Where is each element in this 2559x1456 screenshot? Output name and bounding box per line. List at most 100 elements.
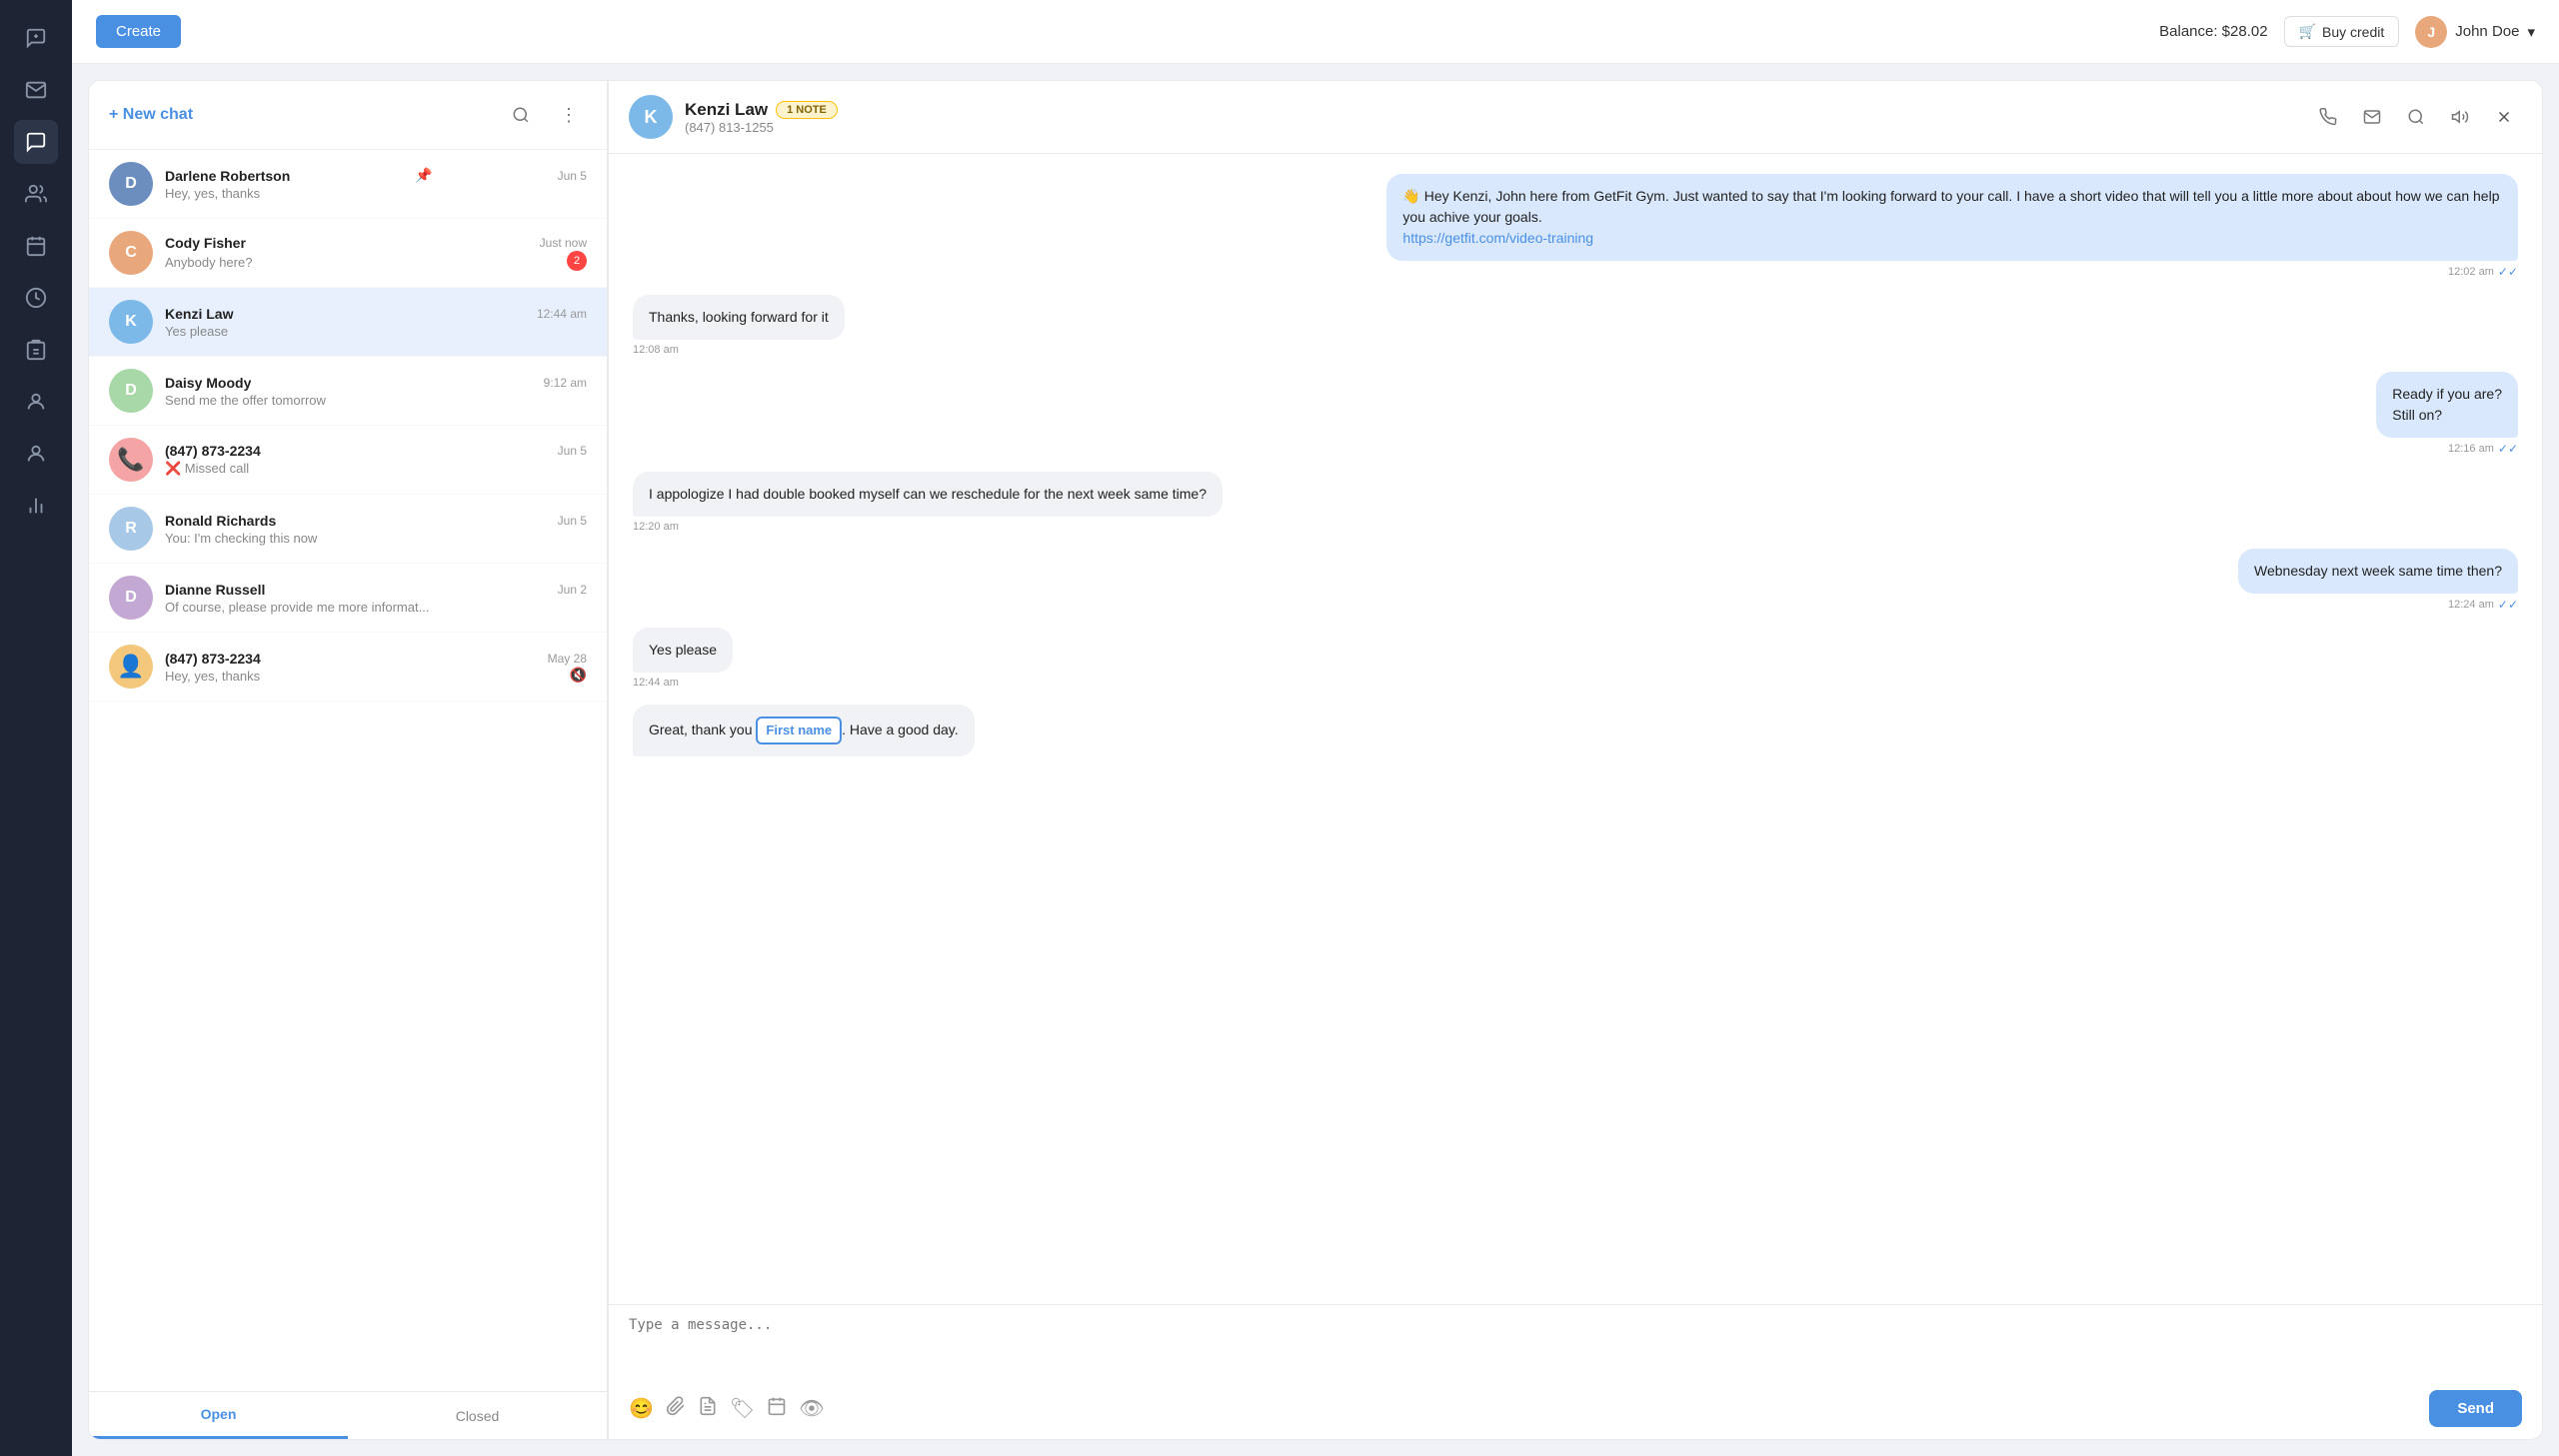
user-menu[interactable]: J John Doe ▾ [2415, 16, 2535, 48]
create-button[interactable]: Create [96, 15, 181, 48]
chat-avatar-darlene: D [109, 162, 153, 206]
chat-preview-cody: Anybody here? [165, 255, 561, 270]
message-bubble-m4: I appologize I had double booked myself … [633, 472, 1223, 517]
buy-credit-button[interactable]: 🛒 Buy credit [2284, 16, 2400, 47]
attachment-icon[interactable] [666, 1396, 686, 1422]
chat-item-phone1[interactable]: 📞(847) 873-2234Jun 5❌ Missed call [89, 426, 607, 495]
chat-time-ronald: Jun 5 [558, 514, 587, 528]
message-link-m1[interactable]: https://getfit.com/video-training [1402, 230, 1593, 246]
message-input[interactable] [629, 1317, 2522, 1377]
chat-item-darlene[interactable]: DDarlene Robertson📌Jun 5Hey, yes, thanks [89, 150, 607, 219]
user-name: John Doe [2455, 23, 2519, 40]
search-icon[interactable] [503, 97, 539, 133]
conv-search-icon[interactable] [2398, 99, 2434, 135]
chat-preview-dianne: Of course, please provide me more inform… [165, 600, 587, 615]
conv-avatar: K [629, 95, 673, 139]
chat-item-kenzi[interactable]: KKenzi Law12:44 amYes please [89, 288, 607, 357]
more-options-icon[interactable]: ⋮ [551, 97, 587, 133]
chat-name-darlene: Darlene Robertson [165, 168, 290, 184]
nav-inbox-icon[interactable] [14, 68, 58, 112]
send-button[interactable]: Send [2429, 1390, 2522, 1427]
chat-item-phone2[interactable]: 👤(847) 873-2234May 28Hey, yes, thanks🔇 [89, 633, 607, 702]
msg-input-area: 😊 🏷 👁 Send [609, 1304, 2542, 1439]
nav-clipboard-icon[interactable] [14, 328, 58, 372]
nav-user-icon[interactable] [14, 432, 58, 476]
chat-name-dianne: Dianne Russell [165, 582, 265, 598]
message-bubble-m7: Great, thank you First name. Have a good… [633, 705, 975, 756]
message-row-m1: 👋 Hey Kenzi, John here from GetFit Gym. … [633, 174, 2518, 279]
nav-chat-icon[interactable] [14, 120, 58, 164]
emoji-icon[interactable]: 😊 [629, 1396, 654, 1421]
pin-icon-darlene: 📌 [415, 167, 432, 184]
volume-icon[interactable] [2442, 99, 2478, 135]
nav-team-icon[interactable] [14, 380, 58, 424]
message-meta-m3: 12:16 am✓✓ [2448, 442, 2518, 456]
chat-name-cody: Cody Fisher [165, 235, 246, 251]
chat-time-kenzi: 12:44 am [537, 307, 587, 321]
note-badge: 1 NOTE [776, 101, 838, 119]
tab-closed[interactable]: Closed [348, 1392, 607, 1439]
chat-time-phone1: Jun 5 [558, 444, 587, 458]
message-time-m1: 12:02 am [2448, 266, 2494, 278]
check-icon-m1: ✓✓ [2498, 265, 2518, 279]
chat-badge-cody: 2 [567, 251, 587, 271]
message-meta-m2: 12:08 am [633, 344, 679, 356]
main-content: Create Balance: $28.02 🛒 Buy credit J Jo… [72, 0, 2559, 1456]
message-meta-m6: 12:44 am [633, 677, 679, 689]
check-icon-m3: ✓✓ [2498, 442, 2518, 456]
chat-preview-kenzi: Yes please [165, 324, 587, 339]
message-meta-m1: 12:02 am ✓✓ [2448, 265, 2518, 279]
chat-item-ronald[interactable]: RRonald RichardsJun 5You: I'm checking t… [89, 495, 607, 564]
tag-icon[interactable]: 🏷 [730, 1396, 755, 1421]
notes-icon[interactable] [698, 1396, 718, 1422]
nav-history-icon[interactable] [14, 276, 58, 320]
conversation-panel: K Kenzi Law 1 NOTE (847) 813-1255 [608, 80, 2543, 1440]
chat-item-cody[interactable]: CCody FisherJust nowAnybody here?2 [89, 219, 607, 288]
chat-time-daisy: 9:12 am [544, 376, 587, 390]
chat-preview-phone2: Hey, yes, thanks [165, 669, 564, 684]
message-row-m2: Thanks, looking forward for it 12:08 am [633, 295, 2518, 356]
conv-header: K Kenzi Law 1 NOTE (847) 813-1255 [609, 81, 2542, 154]
msg-toolbar: 😊 🏷 👁 Send [629, 1390, 2522, 1427]
message-bubble-m1: 👋 Hey Kenzi, John here from GetFit Gym. … [1386, 174, 2518, 261]
chat-avatar-kenzi: K [109, 300, 153, 344]
nav-compose-icon[interactable] [14, 16, 58, 60]
topbar: Create Balance: $28.02 🛒 Buy credit J Jo… [72, 0, 2559, 64]
app-area: + New chat ⋮ D Darlene Robertson 📌 Jun 5 Hey… [72, 64, 2559, 1456]
chat-avatar-ronald: R [109, 507, 153, 551]
balance-display: Balance: $28.02 [2159, 23, 2267, 40]
chat-preview-phone1: ❌ Missed call [165, 461, 587, 477]
chevron-down-icon: ▾ [2527, 23, 2535, 41]
eye-icon[interactable]: 👁 [799, 1396, 824, 1421]
cart-icon: 🛒 [2299, 23, 2316, 40]
mute-icon-phone2: 🔇 [570, 667, 587, 684]
messages-area: 👋 Hey Kenzi, John here from GetFit Gym. … [609, 154, 2542, 1304]
chat-panel-header: + New chat ⋮ [89, 81, 607, 150]
chat-name-phone2: (847) 873-2234 [165, 651, 261, 667]
message-row-m4: I appologize I had double booked myself … [633, 472, 2518, 533]
chat-list: D Darlene Robertson 📌 Jun 5 Hey, yes, thanks… [89, 150, 607, 1391]
nav-chart-icon[interactable] [14, 484, 58, 528]
close-conv-icon[interactable] [2486, 99, 2522, 135]
chat-avatar-dianne: D [109, 576, 153, 620]
new-chat-button[interactable]: + New chat [109, 106, 491, 124]
chat-avatar-phone1: 📞 [109, 438, 153, 482]
chat-item-dianne[interactable]: DDianne RussellJun 2Of course, please pr… [89, 564, 607, 633]
chat-item-daisy[interactable]: DDaisy Moody9:12 amSend me the offer tom… [89, 357, 607, 426]
nav-users-icon[interactable] [14, 172, 58, 216]
message-meta-m4: 12:20 am [633, 521, 679, 533]
message-bubble-m3: Ready if you are?Still on? [2376, 372, 2518, 438]
message-row-m3: Ready if you are?Still on? 12:16 am✓✓ [633, 372, 2518, 456]
schedule-icon[interactable] [767, 1396, 787, 1422]
tab-open[interactable]: Open [89, 1392, 348, 1439]
conv-info: Kenzi Law 1 NOTE (847) 813-1255 [685, 100, 2298, 135]
email-icon[interactable] [2354, 99, 2390, 135]
message-bubble-m2: Thanks, looking forward for it [633, 295, 845, 340]
conv-name: Kenzi Law 1 NOTE [685, 100, 2298, 120]
chat-panel-footer: Open Closed [89, 1391, 607, 1439]
message-row-m7: Great, thank you First name. Have a good… [633, 705, 2518, 756]
message-time-m2: 12:08 am [633, 344, 679, 356]
nav-calendar-icon[interactable] [14, 224, 58, 268]
phone-call-icon[interactable] [2310, 99, 2346, 135]
chat-preview-daisy: Send me the offer tomorrow [165, 393, 587, 408]
